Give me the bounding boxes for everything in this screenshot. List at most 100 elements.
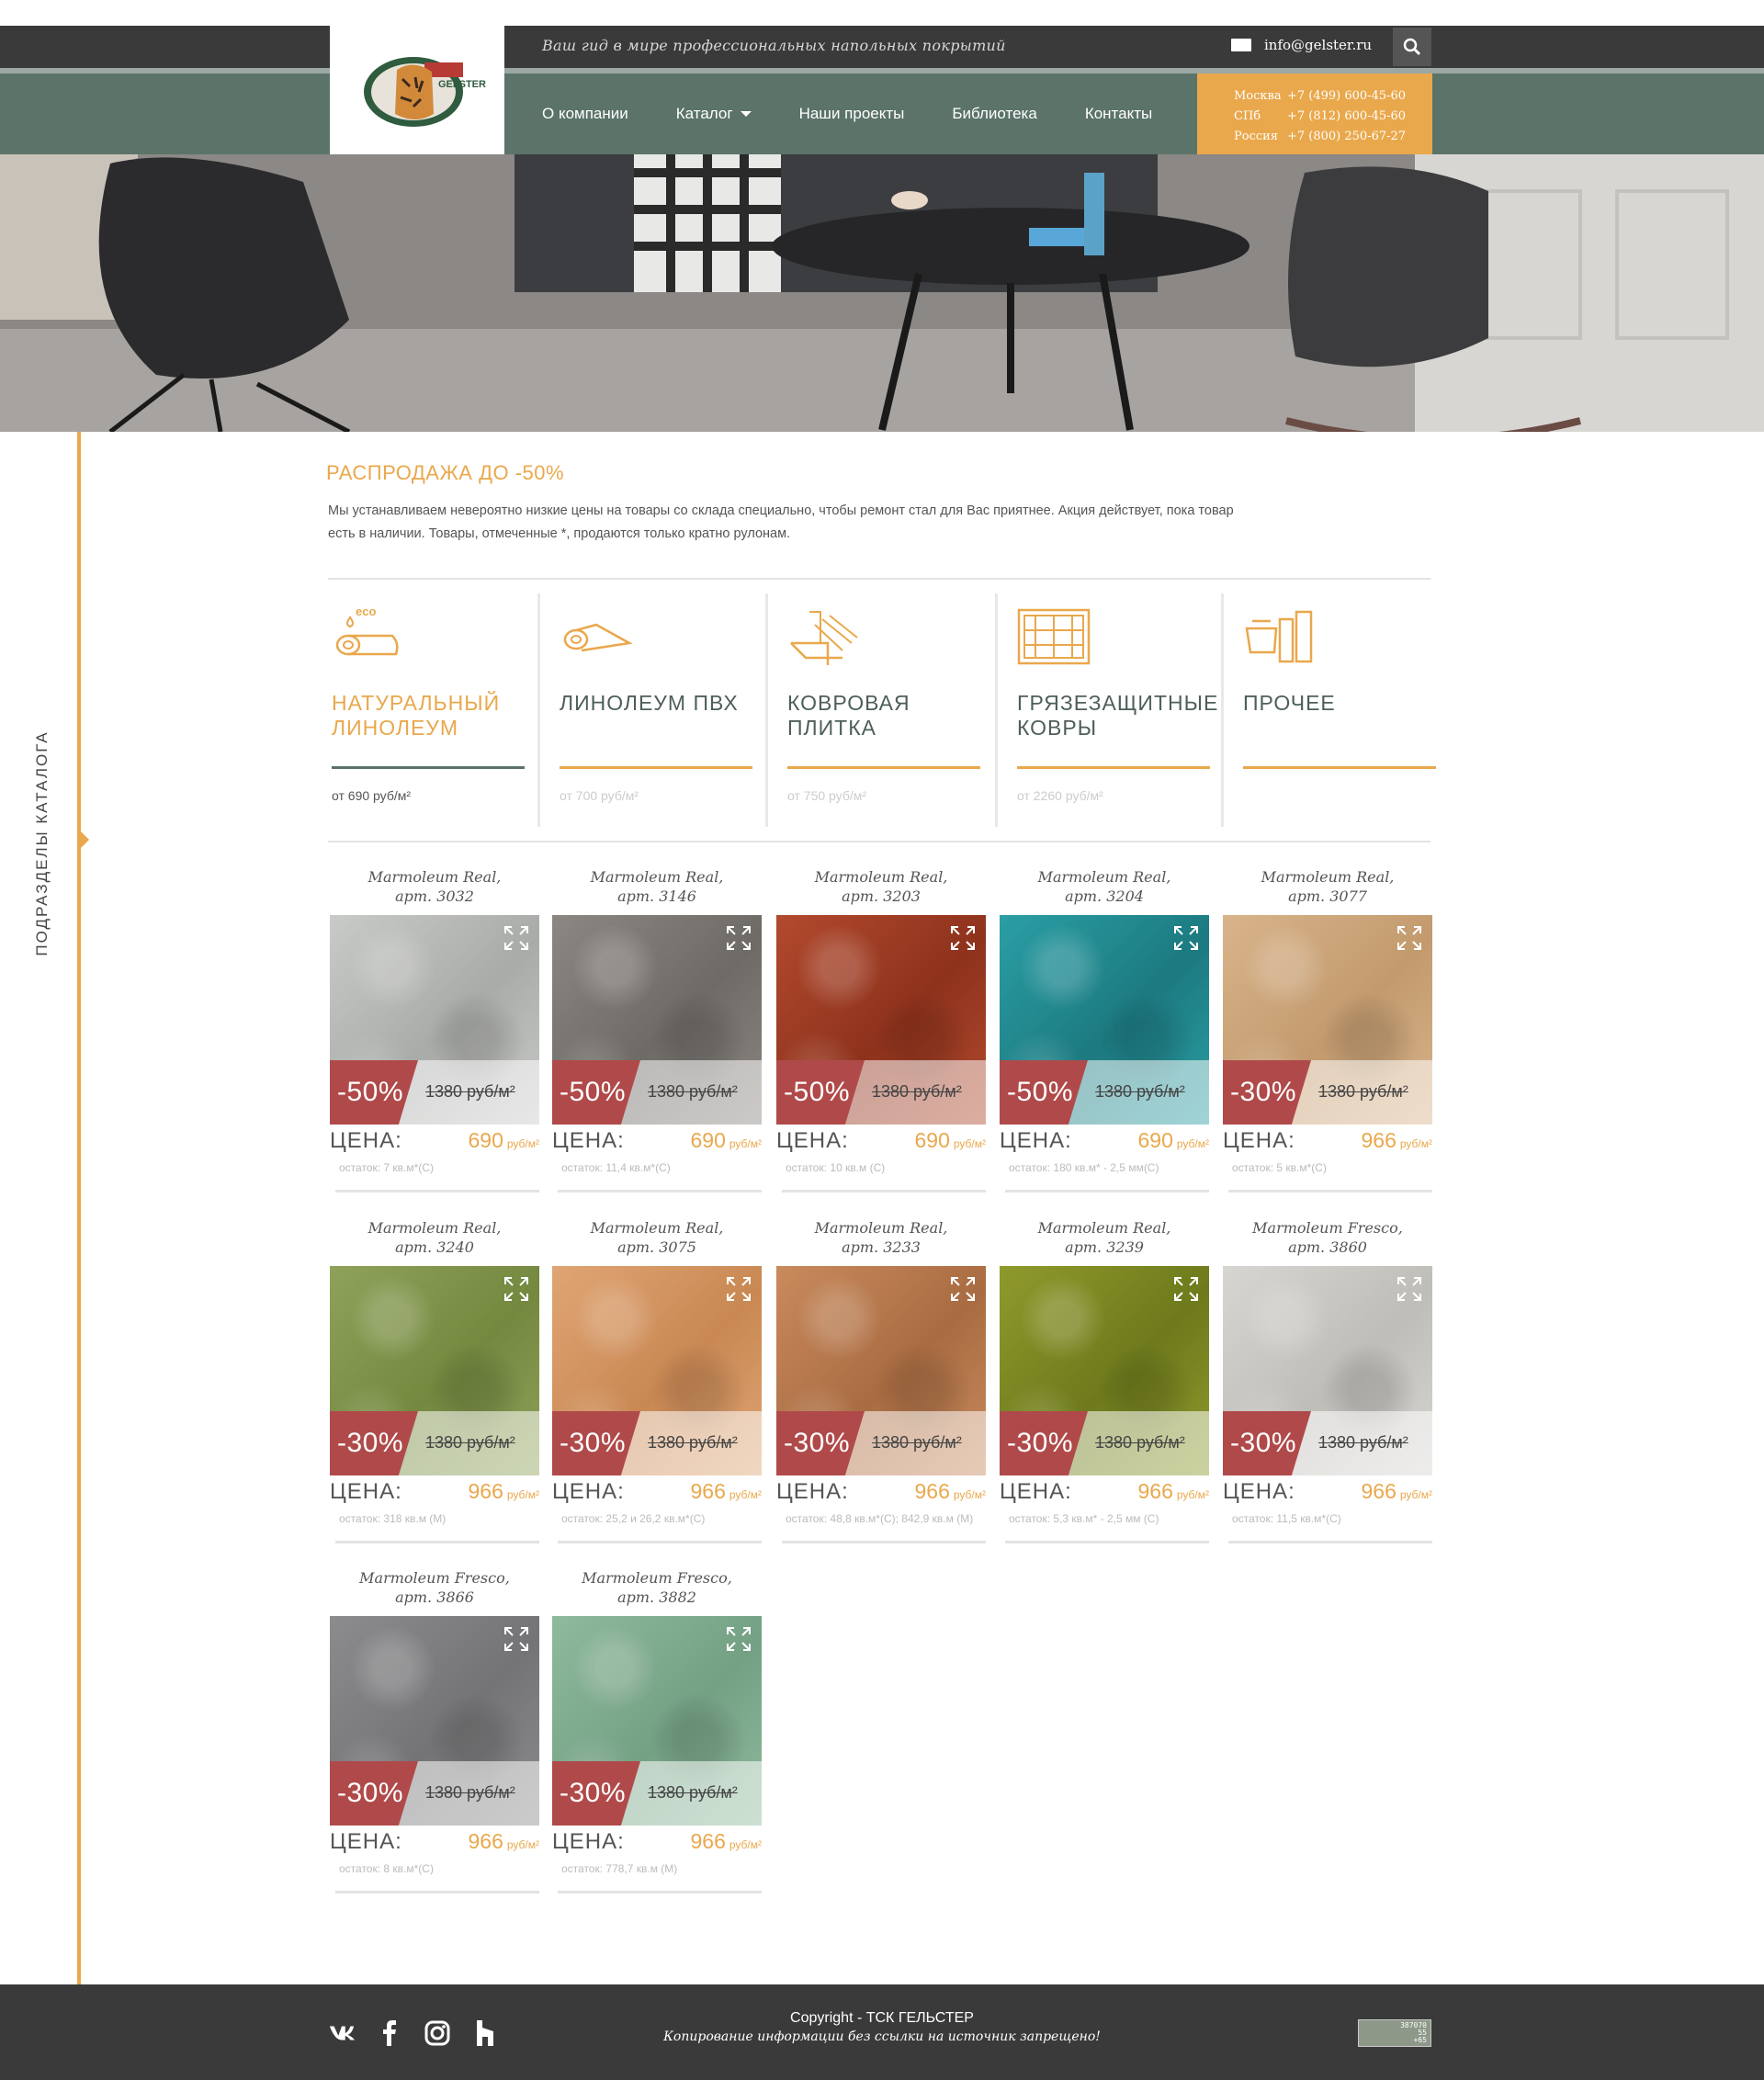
product-name[interactable]: Marmoleum Real, арт. 3075: [552, 1218, 762, 1257]
product-card[interactable]: Marmoleum Real, арт. 3240 -30% 1380 руб/м² Ц…: [330, 1218, 539, 1545]
price-label: ЦЕНА:: [552, 1479, 625, 1504]
expand-icon[interactable]: [1396, 924, 1423, 952]
expand-icon[interactable]: [503, 1625, 530, 1653]
price-row: ЦЕНА: 966 руб/м²: [330, 1479, 539, 1505]
category-price: от 690 руб/м²: [332, 788, 412, 803]
product-image[interactable]: -30% 1380 руб/м²: [1223, 1266, 1432, 1475]
product-name[interactable]: Marmoleum Real, арт. 3077: [1223, 867, 1432, 906]
site-logo[interactable]: GELSTER: [330, 26, 504, 154]
product-image[interactable]: -50% 1380 руб/м²: [552, 915, 762, 1125]
price-unit: руб/м²: [953, 1488, 986, 1501]
product-name[interactable]: Marmoleum Fresco, арт. 3866: [330, 1568, 539, 1607]
product-card[interactable]: Marmoleum Real, арт. 3075 -30% 1380 руб/м² Ц…: [552, 1218, 762, 1545]
rail-arrow-icon[interactable]: [81, 831, 89, 848]
product-image[interactable]: -30% 1380 руб/м²: [330, 1616, 539, 1826]
category-other[interactable]: ПРОЧЕЕ: [1239, 593, 1438, 827]
price-value: 690: [1137, 1128, 1173, 1152]
stock-info: остаток: 778,7 кв.м (М): [561, 1862, 678, 1875]
discount-value: -50%: [784, 1077, 851, 1107]
product-card[interactable]: Marmoleum Real, арт. 3146 -50% 1380 руб/м² Ц…: [552, 867, 762, 1194]
search-button[interactable]: [1393, 28, 1431, 66]
expand-icon[interactable]: [503, 1275, 530, 1303]
product-image[interactable]: -30% 1380 руб/м²: [552, 1616, 762, 1826]
product-card[interactable]: Marmoleum Real, арт. 3077 -30% 1380 руб/м² Ц…: [1223, 867, 1432, 1194]
product-image[interactable]: -30% 1380 руб/м²: [552, 1266, 762, 1475]
product-image[interactable]: -30% 1380 руб/м²: [1000, 1266, 1209, 1475]
expand-icon[interactable]: [1172, 1275, 1200, 1303]
nav-library[interactable]: Библиотека: [952, 105, 1036, 123]
expand-icon[interactable]: [503, 924, 530, 952]
product-image[interactable]: -30% 1380 руб/м²: [1223, 915, 1432, 1125]
price-label: ЦЕНА:: [330, 1128, 402, 1153]
product-image[interactable]: -30% 1380 руб/м²: [776, 1266, 986, 1475]
product-name[interactable]: Marmoleum Real, арт. 3032: [330, 867, 539, 906]
email-contact[interactable]: info@gelster.ru: [1231, 37, 1372, 53]
nav-contacts[interactable]: Контакты: [1085, 105, 1152, 123]
product-image[interactable]: -50% 1380 руб/м²: [1000, 915, 1209, 1125]
price-row: ЦЕНА: 966 руб/м²: [552, 1479, 762, 1505]
product-card[interactable]: Marmoleum Real, арт. 3233 -30% 1380 руб/м² Ц…: [776, 1218, 986, 1545]
category-pvc-linoleum[interactable]: ЛИНОЛЕУМ ПВХ от 700 руб/м²: [556, 593, 767, 827]
product-image[interactable]: -50% 1380 руб/м²: [776, 915, 986, 1125]
product-image[interactable]: -30% 1380 руб/м²: [330, 1266, 539, 1475]
product-name[interactable]: Marmoleum Real, арт. 3233: [776, 1218, 986, 1257]
product-image[interactable]: -50% 1380 руб/м²: [330, 915, 539, 1125]
visit-counter[interactable]: 387070 55 +65: [1358, 2019, 1431, 2047]
email-link[interactable]: info@gelster.ru: [1264, 37, 1372, 53]
product-card[interactable]: Marmoleum Fresco, арт. 3860 -30% 1380 руб/м…: [1223, 1218, 1432, 1545]
product-card[interactable]: Marmoleum Real, арт. 3203 -50% 1380 руб/м² Ц…: [776, 867, 986, 1194]
expand-icon[interactable]: [725, 1275, 752, 1303]
eco-label: eco: [356, 605, 377, 618]
phone-row[interactable]: Москва +7 (499) 600-45-60: [1234, 86, 1432, 107]
product-card[interactable]: Marmoleum Real, арт. 3239 -30% 1380 руб/м² Ц…: [1000, 1218, 1209, 1545]
category-underline: [1243, 766, 1436, 769]
category-name: ГРЯЗЕЗАЩИТНЫЕ КОВРЫ: [1017, 691, 1219, 740]
mat-icon: [1017, 608, 1091, 665]
product-name[interactable]: Marmoleum Real, арт. 3203: [776, 867, 986, 906]
phone-row[interactable]: СПб +7 (812) 600-45-60: [1234, 107, 1432, 127]
product-name[interactable]: Marmoleum Real, арт. 3239: [1000, 1218, 1209, 1257]
old-price: 1380 руб/м²: [1318, 1433, 1408, 1452]
category-dirt-mats[interactable]: ГРЯЗЕЗАЩИТНЫЕ КОВРЫ от 2260 руб/м²: [1013, 593, 1225, 827]
phone-row[interactable]: Россия +7 (800) 250-67-27: [1234, 127, 1432, 147]
mail-icon: [1231, 39, 1251, 51]
category-name: ЛИНОЛЕУМ ПВХ: [560, 691, 739, 715]
catalog-subsections-toggle[interactable]: ПОДРАЗДЕЛЫ КАТАЛОГА: [33, 730, 51, 955]
price-value: 966: [690, 1479, 726, 1503]
price-row: ЦЕНА: 690 руб/м²: [1000, 1128, 1209, 1154]
old-price: 1380 руб/м²: [1095, 1433, 1185, 1452]
old-price: 1380 руб/м²: [1095, 1082, 1185, 1101]
nav-catalog[interactable]: Каталог: [676, 105, 752, 123]
nav-projects[interactable]: Наши проекты: [799, 105, 905, 123]
category-carpet-tile[interactable]: КОВРОВАЯ ПЛИТКА от 750 руб/м²: [784, 593, 995, 827]
expand-icon[interactable]: [949, 1275, 977, 1303]
price-row: ЦЕНА: 966 руб/м²: [776, 1479, 986, 1505]
price-label: ЦЕНА:: [1000, 1128, 1072, 1153]
category-natural-linoleum[interactable]: eco НАТУРАЛЬНЫЙ ЛИНОЛЕУМ от 690 руб/м²: [328, 593, 539, 827]
product-card[interactable]: Marmoleum Real, арт. 3032 -50% 1380 руб/м² Ц…: [330, 867, 539, 1194]
product-name[interactable]: Marmoleum Real, арт. 3240: [330, 1218, 539, 1257]
product-card[interactable]: Marmoleum Fresco, арт. 3866 -30% 1380 руб/м…: [330, 1568, 539, 1895]
expand-icon[interactable]: [725, 1625, 752, 1653]
expand-icon[interactable]: [1396, 1275, 1423, 1303]
price-unit: руб/м²: [1176, 1137, 1209, 1150]
expand-icon[interactable]: [725, 924, 752, 952]
old-price: 1380 руб/м²: [648, 1082, 738, 1101]
nav-about[interactable]: О компании: [542, 105, 628, 123]
expand-icon[interactable]: [949, 924, 977, 952]
product-name[interactable]: Marmoleum Fresco, арт. 3882: [552, 1568, 762, 1607]
expand-icon[interactable]: [1172, 924, 1200, 952]
stock-info: остаток: 318 кв.м (М): [339, 1512, 447, 1525]
price-row: ЦЕНА: 966 руб/м²: [1000, 1479, 1209, 1505]
product-card[interactable]: Marmoleum Fresco, арт. 3882 -30% 1380 руб/м…: [552, 1568, 762, 1895]
product-card[interactable]: Marmoleum Real, арт. 3204 -50% 1380 руб/м² Ц…: [1000, 867, 1209, 1194]
gelster-logo-icon: [364, 57, 463, 127]
product-name[interactable]: Marmoleum Fresco, арт. 3860: [1223, 1218, 1432, 1257]
price-unit: руб/м²: [1176, 1488, 1209, 1501]
stock-info: остаток: 11,4 кв.м*(С): [561, 1161, 671, 1174]
phone-box: Москва +7 (499) 600-45-60 СПб +7 (812) 600…: [1197, 73, 1432, 154]
discount-value: -50%: [1007, 1077, 1074, 1107]
product-name[interactable]: Marmoleum Real, арт. 3146: [552, 867, 762, 906]
product-divider: [1228, 1190, 1432, 1193]
product-name[interactable]: Marmoleum Real, арт. 3204: [1000, 867, 1209, 906]
